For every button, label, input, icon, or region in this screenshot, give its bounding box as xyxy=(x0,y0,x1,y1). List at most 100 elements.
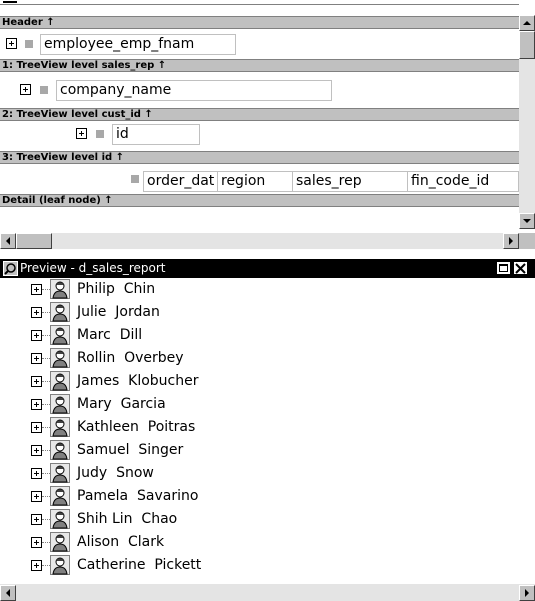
person-icon xyxy=(50,509,70,529)
plus-box-icon[interactable] xyxy=(31,399,42,410)
field-sales-rep[interactable]: sales_rep xyxy=(292,171,408,192)
band-area-level-1: company_name xyxy=(0,72,519,102)
band-level-2[interactable]: 2: TreeView level cust_id ↑ xyxy=(0,108,519,121)
top-ruler xyxy=(0,0,519,5)
tree-node[interactable]: Shih Lin Chao xyxy=(0,508,520,531)
treeview-preview: Philip Chin Julie Jordan Marc Dill Rolli… xyxy=(0,278,535,583)
arrow-up-icon xyxy=(523,21,531,25)
scroll-left-button[interactable] xyxy=(0,585,16,601)
band-area-level-3: order_dat region sales_rep fin_code_id xyxy=(0,164,519,194)
tree-node[interactable]: Samuel Singer xyxy=(0,439,520,462)
person-icon xyxy=(50,440,70,460)
plus-box-icon[interactable] xyxy=(31,353,42,364)
tree-node[interactable]: Marc Dill xyxy=(0,324,520,347)
tree-node[interactable]: James Klobucher xyxy=(0,370,520,393)
tree-node[interactable]: Catherine Pickett xyxy=(0,554,520,577)
scroll-left-button[interactable] xyxy=(0,233,16,249)
tree-node[interactable]: Rollin Overbey xyxy=(0,347,520,370)
employee-name: Philip Chin xyxy=(77,281,156,297)
plus-box-icon[interactable] xyxy=(31,307,42,318)
person-icon xyxy=(50,279,70,299)
person-icon xyxy=(50,348,70,368)
scroll-down-button[interactable] xyxy=(519,213,535,229)
employee-name: James Klobucher xyxy=(77,373,199,389)
plus-box-icon[interactable] xyxy=(31,330,42,341)
band-area-header: employee_emp_fnam xyxy=(0,29,519,59)
person-icon xyxy=(50,532,70,552)
arrow-down-icon xyxy=(523,219,531,223)
employee-name: Marc Dill xyxy=(77,327,143,343)
plus-box-icon[interactable] xyxy=(31,376,42,387)
state-square-icon xyxy=(96,130,104,138)
employee-name: Judy Snow xyxy=(77,465,154,481)
state-square-icon xyxy=(40,86,48,94)
employee-name: Pamela Savarino xyxy=(77,488,199,504)
field-fin-code-id[interactable]: fin_code_id xyxy=(407,171,519,192)
person-icon xyxy=(50,302,70,322)
field-company-name[interactable]: company_name xyxy=(56,80,332,101)
arrow-left-icon xyxy=(6,237,10,245)
tree-node[interactable]: Philip Chin xyxy=(0,278,520,301)
plus-box-icon[interactable] xyxy=(31,491,42,502)
employee-name: Mary Garcia xyxy=(77,396,166,412)
plus-box-icon xyxy=(6,38,17,49)
scroll-corner xyxy=(519,233,535,249)
tree-node[interactable]: Pamela Savarino xyxy=(0,485,520,508)
employee-name: Samuel Singer xyxy=(77,442,184,458)
tree-node[interactable]: Judy Snow xyxy=(0,462,520,485)
person-icon xyxy=(50,417,70,437)
plus-box-icon[interactable] xyxy=(31,537,42,548)
scroll-thumb[interactable] xyxy=(16,233,52,249)
datawindow-design-pane: Header ↑ employee_emp_fnam 1: TreeView l… xyxy=(0,0,535,259)
employee-name: Julie Jordan xyxy=(77,304,160,320)
state-square-icon xyxy=(131,175,139,183)
field-id[interactable]: id xyxy=(112,124,200,145)
scroll-right-button[interactable] xyxy=(519,585,535,601)
tree-node[interactable]: Alison Clark xyxy=(0,531,520,554)
plus-box-icon[interactable] xyxy=(31,284,42,295)
employee-name: Alison Clark xyxy=(77,534,165,550)
tree-node[interactable]: Mary Garcia xyxy=(0,393,520,416)
field-employee-emp-fname[interactable]: employee_emp_fnam xyxy=(40,34,236,55)
design-horizontal-scrollbar[interactable] xyxy=(0,233,519,249)
plus-box-icon[interactable] xyxy=(31,514,42,525)
person-icon xyxy=(50,371,70,391)
field-region[interactable]: region xyxy=(217,171,293,192)
state-square-icon xyxy=(25,40,33,48)
employee-name: Rollin Overbey xyxy=(77,350,184,366)
close-button[interactable] xyxy=(513,261,528,275)
person-icon xyxy=(50,325,70,345)
arrow-right-icon xyxy=(509,237,513,245)
band-area-level-2: id xyxy=(0,121,519,147)
arrow-left-icon xyxy=(6,589,10,597)
band-detail[interactable]: Detail (leaf node) ↑ xyxy=(0,194,519,207)
employee-name: Catherine Pickett xyxy=(77,557,202,573)
field-order-date[interactable]: order_dat xyxy=(143,171,218,192)
restore-button[interactable] xyxy=(496,261,511,275)
preview-horizontal-scrollbar[interactable] xyxy=(0,584,535,601)
person-icon xyxy=(50,463,70,483)
restore-icon xyxy=(499,264,508,272)
plus-box-icon[interactable] xyxy=(31,468,42,479)
arrow-right-icon xyxy=(525,589,529,597)
band-level-1[interactable]: 1: TreeView level sales_rep ↑ xyxy=(0,59,519,72)
plus-box-icon xyxy=(76,128,87,139)
close-icon xyxy=(515,263,526,274)
tree-node[interactable]: Julie Jordan xyxy=(0,301,520,324)
band-header[interactable]: Header ↑ xyxy=(0,16,519,29)
plus-box-icon[interactable] xyxy=(31,445,42,456)
plus-box-icon xyxy=(20,84,31,95)
plus-box-icon[interactable] xyxy=(31,422,42,433)
preview-window-icon xyxy=(3,261,18,276)
preview-title: Preview - d_sales_report xyxy=(20,261,166,275)
band-level-3[interactable]: 3: TreeView level id ↑ xyxy=(0,151,519,164)
employee-name: Shih Lin Chao xyxy=(77,511,178,527)
scroll-up-button[interactable] xyxy=(519,15,535,31)
plus-box-icon[interactable] xyxy=(31,560,42,571)
scroll-right-button[interactable] xyxy=(503,233,519,249)
pane-gap xyxy=(0,249,535,259)
employee-name: Kathleen Poitras xyxy=(77,419,196,435)
tree-node[interactable]: Kathleen Poitras xyxy=(0,416,520,439)
scroll-thumb[interactable] xyxy=(519,31,535,59)
preview-title-bar[interactable]: Preview - d_sales_report xyxy=(0,259,535,278)
